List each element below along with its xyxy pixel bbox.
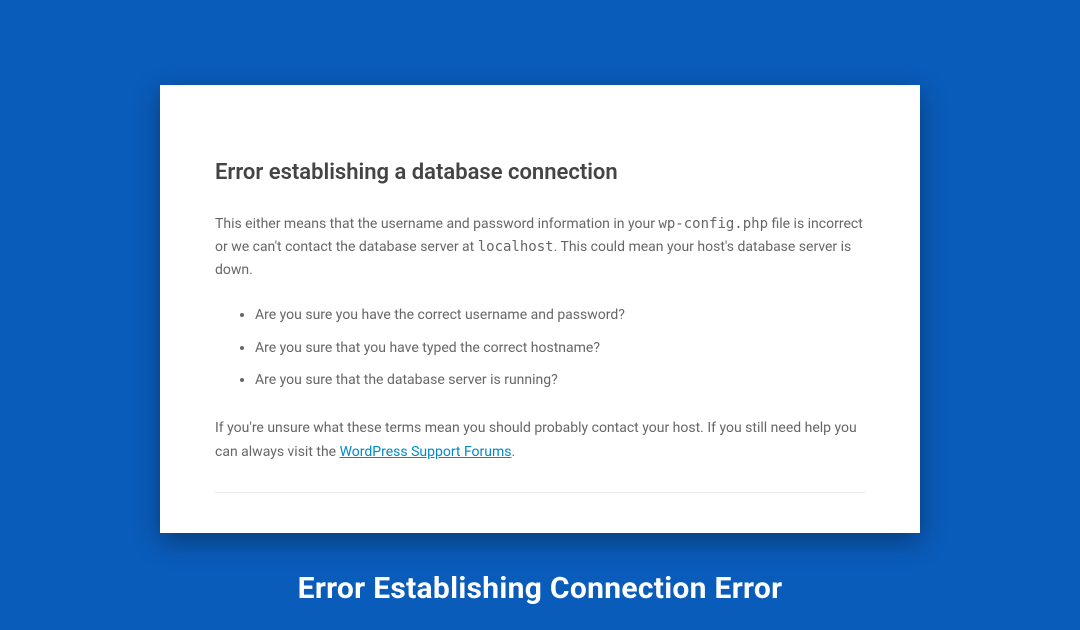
support-forums-link[interactable]: WordPress Support Forums	[340, 444, 512, 460]
config-file-code: wp-config.php	[658, 216, 768, 232]
intro-text-1: This either means that the username and …	[215, 216, 658, 232]
footer-text-2: .	[512, 444, 516, 460]
list-item: Are you sure that the database server is…	[255, 369, 865, 391]
error-heading: Error establishing a database connection	[215, 160, 865, 185]
error-card: Error establishing a database connection…	[160, 85, 920, 533]
divider	[215, 492, 865, 493]
error-footer-paragraph: If you're unsure what these terms mean y…	[215, 417, 865, 463]
troubleshooting-list: Are you sure you have the correct userna…	[215, 304, 865, 391]
caption: Error Establishing Connection Error	[298, 571, 783, 606]
list-item: Are you sure that you have typed the cor…	[255, 337, 865, 359]
hostname-code: localhost	[478, 239, 554, 255]
error-intro-paragraph: This either means that the username and …	[215, 213, 865, 282]
footer-text-1: If you're unsure what these terms mean y…	[215, 420, 857, 459]
list-item: Are you sure you have the correct userna…	[255, 304, 865, 326]
